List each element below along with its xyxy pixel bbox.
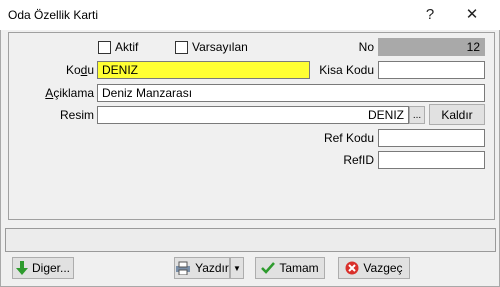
- refid-input[interactable]: [378, 151, 485, 169]
- kisa-kodu-input[interactable]: [378, 61, 485, 79]
- no-field: 12: [378, 38, 485, 56]
- resim-browse-button[interactable]: ...: [409, 106, 425, 124]
- yazdir-dropdown-button[interactable]: ▼: [230, 257, 244, 279]
- arrow-down-icon: [15, 261, 28, 275]
- yazdir-button[interactable]: Yazdır: [174, 257, 230, 279]
- resim-input[interactable]: DENIZ: [97, 106, 409, 124]
- checkmark-icon: [261, 262, 276, 274]
- aciklama-label: Açiklama: [45, 86, 94, 100]
- kaldir-button[interactable]: Kaldır: [429, 104, 485, 125]
- diger-button[interactable]: Diger...: [12, 257, 74, 279]
- ref-kodu-label: Ref Kodu: [323, 131, 374, 145]
- varsayilan-checkbox-box[interactable]: [175, 40, 188, 54]
- no-label: No: [358, 40, 374, 54]
- aktif-checkbox[interactable]: Aktif: [98, 40, 138, 54]
- kodu-input[interactable]: DENIZ: [97, 61, 310, 79]
- varsayilan-label: Varsayılan: [192, 40, 248, 54]
- close-button[interactable]: ✕: [452, 0, 492, 30]
- vazgec-label: Vazgeç: [363, 261, 403, 275]
- tamam-button[interactable]: Tamam: [255, 257, 325, 279]
- kodu-label: Kodu: [65, 63, 94, 77]
- kisa-kodu-label: Kisa Kodu: [319, 63, 374, 77]
- tamam-label: Tamam: [279, 261, 319, 275]
- title-bar: Oda Özellik Karti ? ✕: [0, 0, 500, 30]
- refid-label: RefID: [343, 153, 374, 167]
- varsayilan-checkbox[interactable]: Varsayılan: [175, 40, 248, 54]
- aciklama-input[interactable]: Deniz Manzarası: [97, 84, 485, 102]
- printer-icon: [176, 261, 191, 275]
- chevron-down-icon: ▼: [233, 263, 241, 273]
- window-title: Oda Özellik Karti: [8, 8, 99, 22]
- aktif-label: Aktif: [115, 40, 139, 54]
- vazgec-button[interactable]: Vazgeç: [338, 257, 410, 279]
- status-bar: [5, 228, 496, 252]
- help-button[interactable]: ?: [410, 0, 450, 30]
- cancel-icon: [345, 261, 359, 275]
- resim-label: Resim: [59, 108, 94, 122]
- aktif-checkbox-box[interactable]: [98, 40, 111, 54]
- ref-kodu-input[interactable]: [378, 129, 485, 147]
- diger-label: Diger...: [31, 261, 70, 275]
- yazdir-label: Yazdır: [195, 261, 229, 275]
